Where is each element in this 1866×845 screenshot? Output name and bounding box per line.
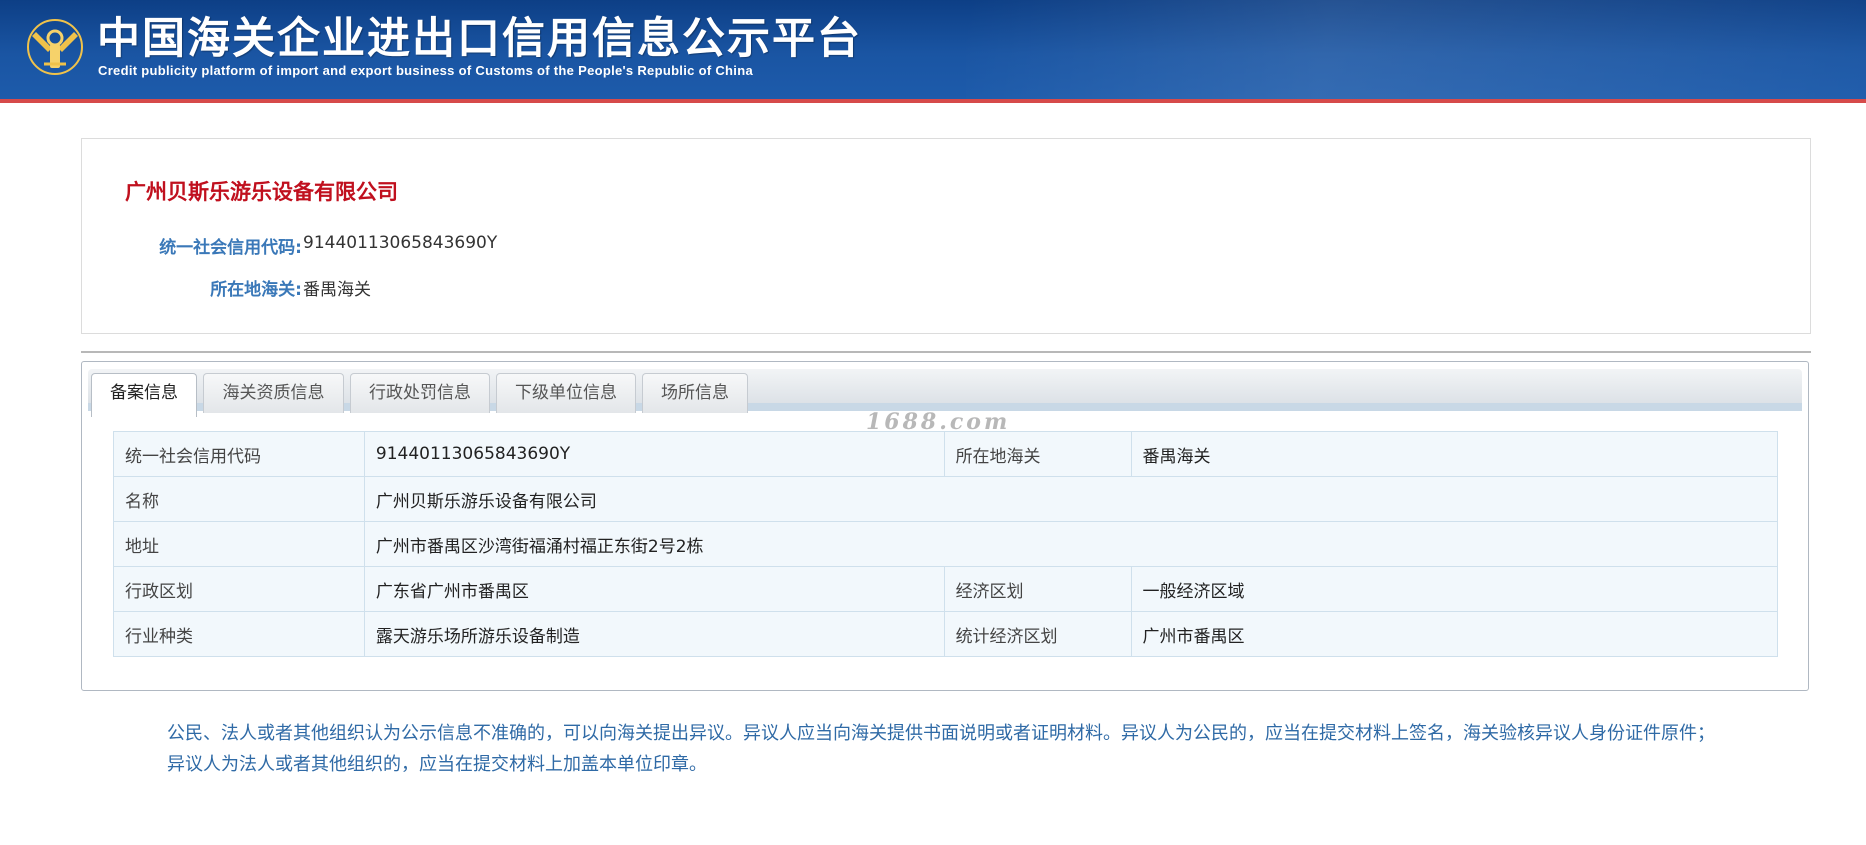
customs-label: 所在地海关:	[210, 280, 302, 300]
table-row: 名称 广州贝斯乐游乐设备有限公司	[113, 476, 1779, 522]
customs-emblem-icon	[27, 19, 83, 75]
company-summary: 广州贝斯乐游乐设备有限公司 统一社会信用代码: 9144011306584369…	[81, 138, 1811, 334]
table-value: 广州市番禺区沙湾街福涌村福正东街2号2栋	[363, 521, 1779, 567]
company-name: 广州贝斯乐游乐设备有限公司	[125, 180, 398, 204]
site-subtitle: Credit publicity platform of import and …	[98, 63, 753, 78]
summary-credit-code-row: 统一社会信用代码: 91440113065843690Y	[82, 233, 982, 259]
table-value: 广东省广州市番禺区	[363, 566, 945, 612]
table-label: 经济区划	[943, 566, 1132, 612]
table-row: 行业种类 露天游乐场所游乐设备制造 统计经济区划 广州市番禺区	[113, 611, 1778, 657]
tab-premises-info[interactable]: 场所信息	[642, 373, 748, 413]
objection-notice: 公民、法人或者其他组织认为公示信息不准确的，可以向海关提出异议。异议人应当向海关…	[167, 723, 1715, 775]
table-value: 广州贝斯乐游乐设备有限公司	[363, 476, 1779, 522]
table-row: 统一社会信用代码 91440113065843690Y 所在地海关 番禺海关	[113, 431, 1778, 477]
credit-code-label: 统一社会信用代码:	[159, 238, 302, 258]
table-value: 一般经济区域	[1130, 566, 1778, 612]
table-row: 行政区划 广东省广州市番禺区 经济区划 一般经济区域	[113, 566, 1778, 612]
tab-administrative-penalty[interactable]: 行政处罚信息	[350, 373, 490, 413]
site-header: 中国海关企业进出口信用信息公示平台 Credit publicity platf…	[0, 0, 1866, 103]
tab-bar: 备案信息 海关资质信息 行政处罚信息 下级单位信息 场所信息	[88, 369, 1802, 417]
credit-code-value: 91440113065843690Y	[303, 233, 498, 253]
table-value: 91440113065843690Y	[363, 431, 945, 477]
site-title: 中国海关企业进出口信用信息公示平台	[97, 14, 862, 64]
table-value: 广州市番禺区	[1130, 611, 1778, 657]
table-value: 番禺海关	[1130, 431, 1778, 477]
header-shine	[966, 0, 1866, 99]
table-label: 行业种类	[113, 611, 365, 657]
table-label: 所在地海关	[943, 431, 1132, 477]
table-label: 名称	[113, 476, 365, 522]
table-value: 露天游乐场所游乐设备制造	[363, 611, 945, 657]
customs-value: 番禺海关	[303, 280, 371, 300]
table-label: 地址	[113, 521, 365, 567]
section-divider	[81, 351, 1811, 353]
summary-customs-row: 所在地海关: 番禺海关	[82, 275, 982, 301]
table-label: 统一社会信用代码	[113, 431, 365, 477]
filing-info-table: 统一社会信用代码 91440113065843690Y 所在地海关 番禺海关 名…	[113, 431, 1779, 657]
table-row: 地址 广州市番禺区沙湾街福涌村福正东街2号2栋	[113, 521, 1779, 567]
tab-subordinate-units[interactable]: 下级单位信息	[496, 373, 636, 413]
tab-filing-info[interactable]: 备案信息	[91, 373, 197, 417]
table-label: 统计经济区划	[943, 611, 1132, 657]
tab-customs-qualification[interactable]: 海关资质信息	[203, 373, 344, 413]
table-label: 行政区划	[113, 566, 365, 612]
